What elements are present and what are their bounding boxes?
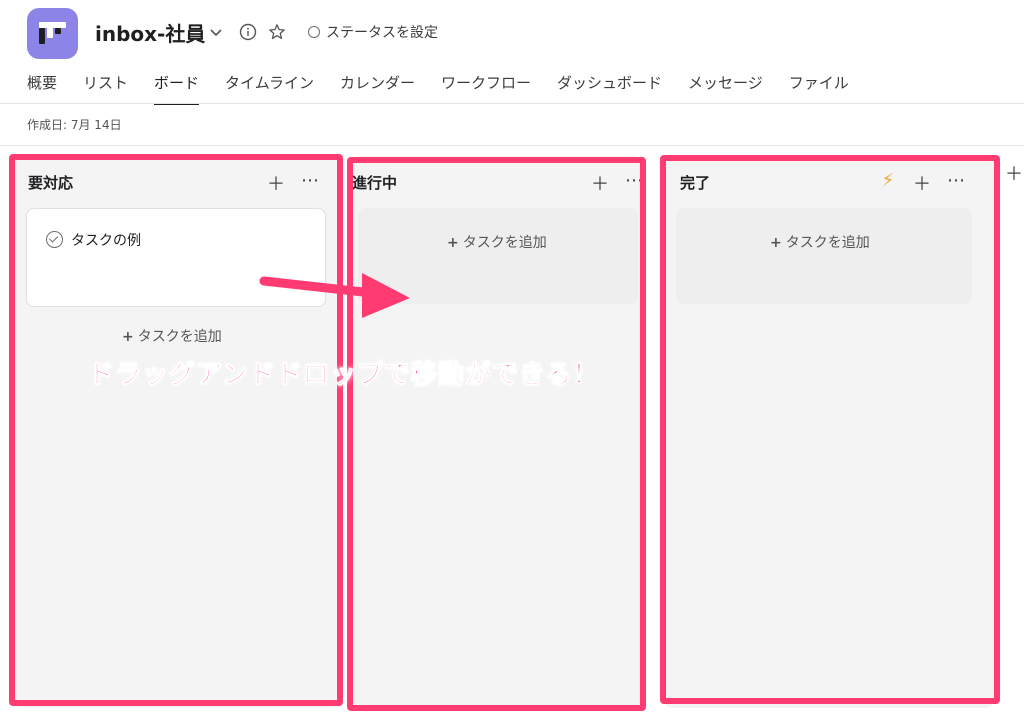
info-icon[interactable] (238, 22, 258, 42)
project-title[interactable]: inbox-社員 (95, 18, 205, 47)
column-title[interactable]: 進行中 (352, 172, 397, 193)
more-icon[interactable]: ⋯ (300, 170, 320, 196)
plus-icon: ＋ (1005, 164, 1023, 185)
lightning-icon[interactable]: ⚡ (878, 170, 898, 196)
project-tabs: 概要 リスト ボード タイムライン カレンダー ワークフロー ダッシュボード メ… (27, 72, 875, 105)
more-icon[interactable]: ⋯ (946, 170, 966, 196)
tab-calendar[interactable]: カレンダー (340, 72, 415, 104)
add-section-button[interactable]: ＋ (1004, 160, 1024, 186)
add-task-button[interactable]: + タスクを追加 (770, 232, 870, 252)
more-icon[interactable]: ⋯ (624, 170, 644, 196)
column-title[interactable]: 要対応 (28, 172, 73, 193)
created-date: 作成日: 7月 14日 (27, 118, 122, 132)
tab-dashboard[interactable]: ダッシュボード (557, 72, 662, 104)
tab-overview[interactable]: 概要 (27, 72, 57, 104)
status-label: ステータスを設定 (326, 25, 438, 41)
task-card[interactable]: タスクの例 (26, 208, 326, 307)
add-task-button[interactable]: + タスクを追加 (447, 232, 547, 252)
project-icon[interactable] (27, 8, 78, 59)
tab-divider (0, 103, 1024, 104)
check-circle-icon[interactable] (46, 231, 63, 248)
board: 要対応 ＋ ⋯ タスクの例 +タスクを追加 進行中 ＋ ⋯ +タスクを追加 (0, 146, 1024, 713)
plus-icon[interactable]: ＋ (266, 170, 286, 196)
status-circle-icon (308, 26, 320, 38)
tab-files[interactable]: ファイル (789, 72, 849, 104)
tab-messages[interactable]: メッセージ (688, 72, 763, 104)
column-drop-zone[interactable] (358, 208, 638, 304)
tab-timeline[interactable]: タイムライン (225, 72, 314, 104)
plus-icon[interactable]: ＋ (912, 170, 932, 196)
plus-icon: + (770, 235, 782, 251)
task-title: タスクの例 (71, 233, 141, 249)
add-task-button[interactable]: + タスクを追加 (122, 326, 222, 346)
column-drop-zone[interactable] (676, 208, 972, 304)
plus-icon[interactable]: ＋ (590, 170, 610, 196)
tab-workflow[interactable]: ワークフロー (441, 72, 531, 104)
plus-icon: + (122, 329, 134, 345)
star-icon[interactable] (267, 22, 287, 42)
annotation-text: ドラッグアンドドロップで移動ができる！ (87, 360, 600, 391)
tab-list[interactable]: リスト (83, 72, 128, 104)
tab-board[interactable]: ボード (154, 72, 200, 105)
chevron-down-icon[interactable] (206, 22, 226, 42)
set-status-button[interactable]: ステータスを設定 (308, 22, 438, 42)
column-title[interactable]: 完了 (680, 172, 710, 193)
plus-icon: + (447, 235, 459, 251)
